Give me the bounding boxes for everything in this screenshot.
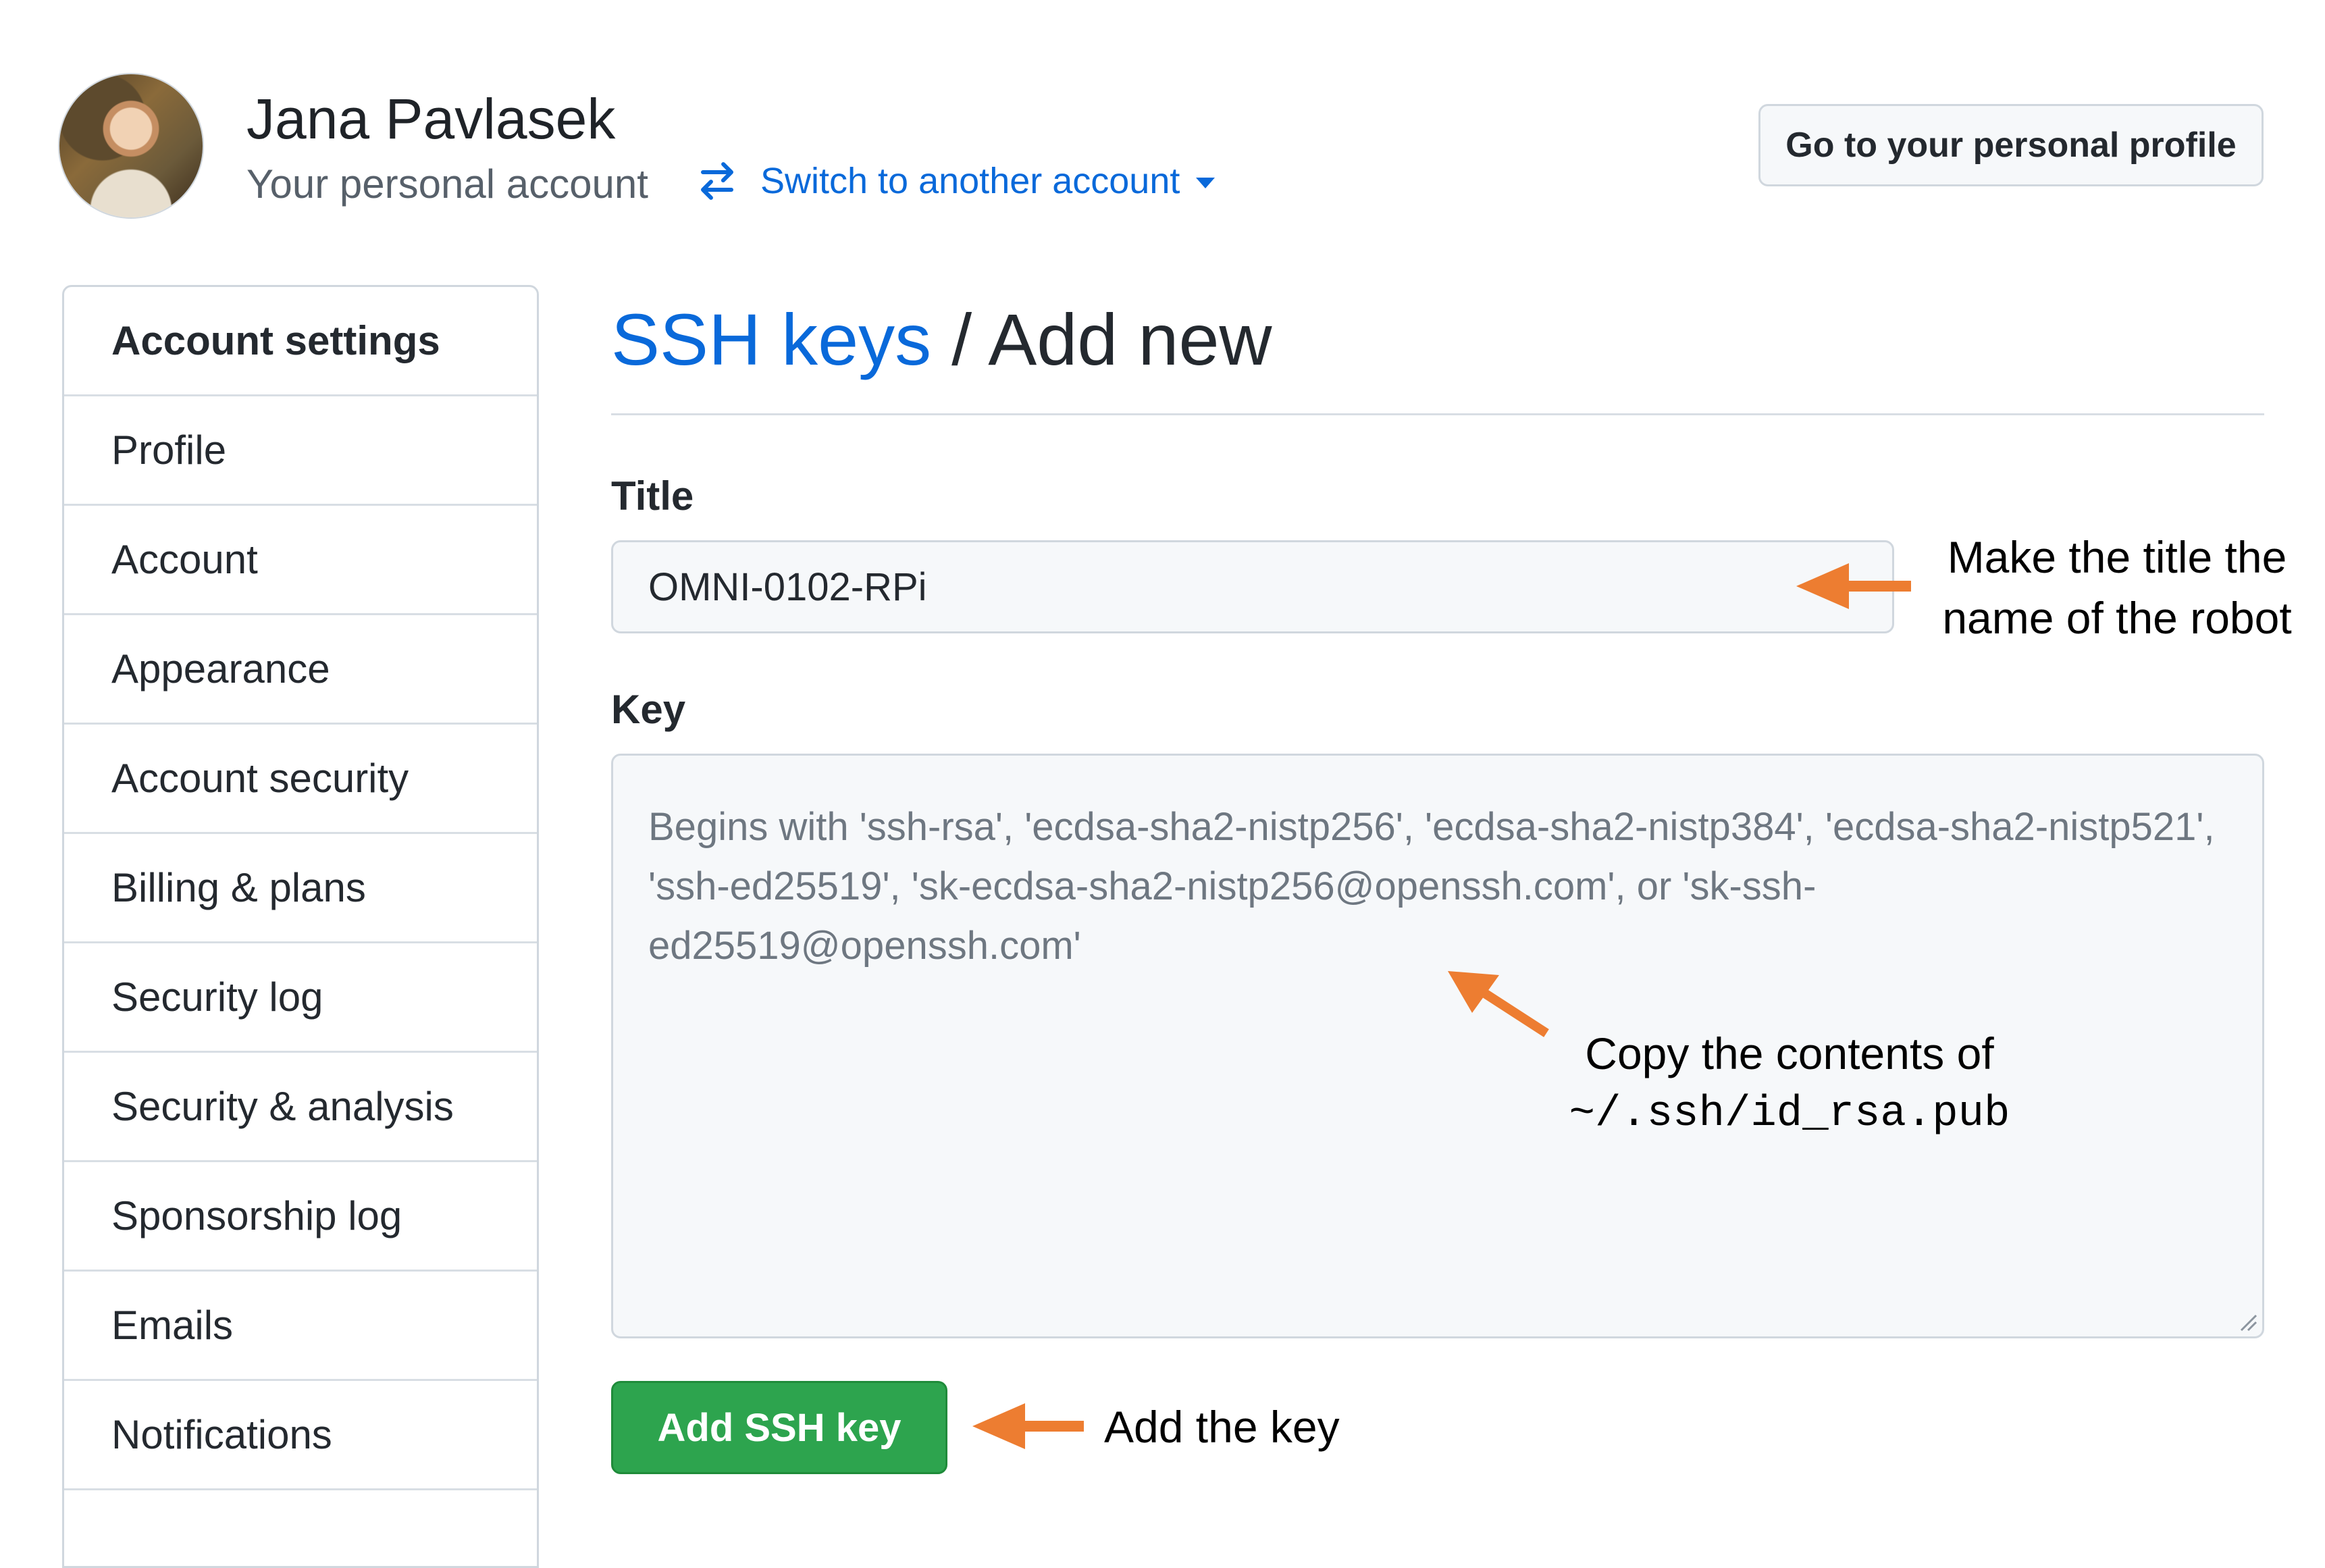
sidebar-item-partial[interactable] xyxy=(64,1490,537,1566)
switch-account-label: Switch to another account xyxy=(760,161,1180,201)
title-separator: / xyxy=(931,298,989,380)
go-to-profile-button[interactable]: Go to your personal profile xyxy=(1758,104,2264,186)
annotation-key-path: ~/.ssh/id_rsa.pub xyxy=(1569,1090,2010,1139)
sidebar-item-emails[interactable]: Emails xyxy=(64,1272,537,1381)
resize-grip-icon[interactable] xyxy=(2237,1311,2257,1332)
caret-down-icon xyxy=(1196,178,1216,188)
page-title: SSH keys / Add new xyxy=(611,297,1272,382)
annotation-key-note: Copy the contents of ~/.ssh/id_rsa.pub xyxy=(1533,1023,2046,1145)
annotation-title-note: Make the title the name of the robot xyxy=(1918,527,2316,648)
add-ssh-key-button[interactable]: Add SSH key xyxy=(611,1381,947,1474)
sidebar-heading: Account settings xyxy=(64,287,537,396)
title-input[interactable] xyxy=(611,540,1894,633)
switch-account-link[interactable]: Switch to another account xyxy=(696,159,1216,203)
title-divider xyxy=(611,413,2264,415)
sidebar-item-sponsorship-log[interactable]: Sponsorship log xyxy=(64,1162,537,1272)
annotation-title-line2: name of the robot xyxy=(1942,593,2292,643)
sidebar-item-appearance[interactable]: Appearance xyxy=(64,615,537,725)
sidebar-item-security-log[interactable]: Security log xyxy=(64,943,537,1053)
annotation-button-note: Add the key xyxy=(1104,1402,1340,1452)
ssh-keys-breadcrumb-link[interactable]: SSH keys xyxy=(611,298,931,380)
title-label: Title xyxy=(611,473,694,519)
annotation-title-line1: Make the title the xyxy=(1947,532,2287,582)
arrow-switch-icon xyxy=(701,162,733,200)
annotation-key-line1: Copy the contents of xyxy=(1585,1028,1994,1078)
sidebar-item-account-security[interactable]: Account security xyxy=(64,725,537,834)
user-name: Jana Pavlasek xyxy=(246,87,616,151)
sidebar-item-billing-plans[interactable]: Billing & plans xyxy=(64,834,537,943)
avatar[interactable] xyxy=(59,74,203,217)
sidebar-item-security-analysis[interactable]: Security & analysis xyxy=(64,1053,537,1162)
arrow-left-icon xyxy=(972,1403,1084,1449)
settings-sidebar: Account settings Profile Account Appeara… xyxy=(62,285,539,1568)
sidebar-item-profile[interactable]: Profile xyxy=(64,396,537,506)
sidebar-item-notifications[interactable]: Notifications xyxy=(64,1381,537,1490)
account-subtitle: Your personal account xyxy=(246,161,648,207)
sidebar-item-account[interactable]: Account xyxy=(64,506,537,615)
arrow-left-icon xyxy=(1796,563,1911,609)
title-add-new: Add new xyxy=(988,298,1272,380)
key-label: Key xyxy=(611,687,686,732)
